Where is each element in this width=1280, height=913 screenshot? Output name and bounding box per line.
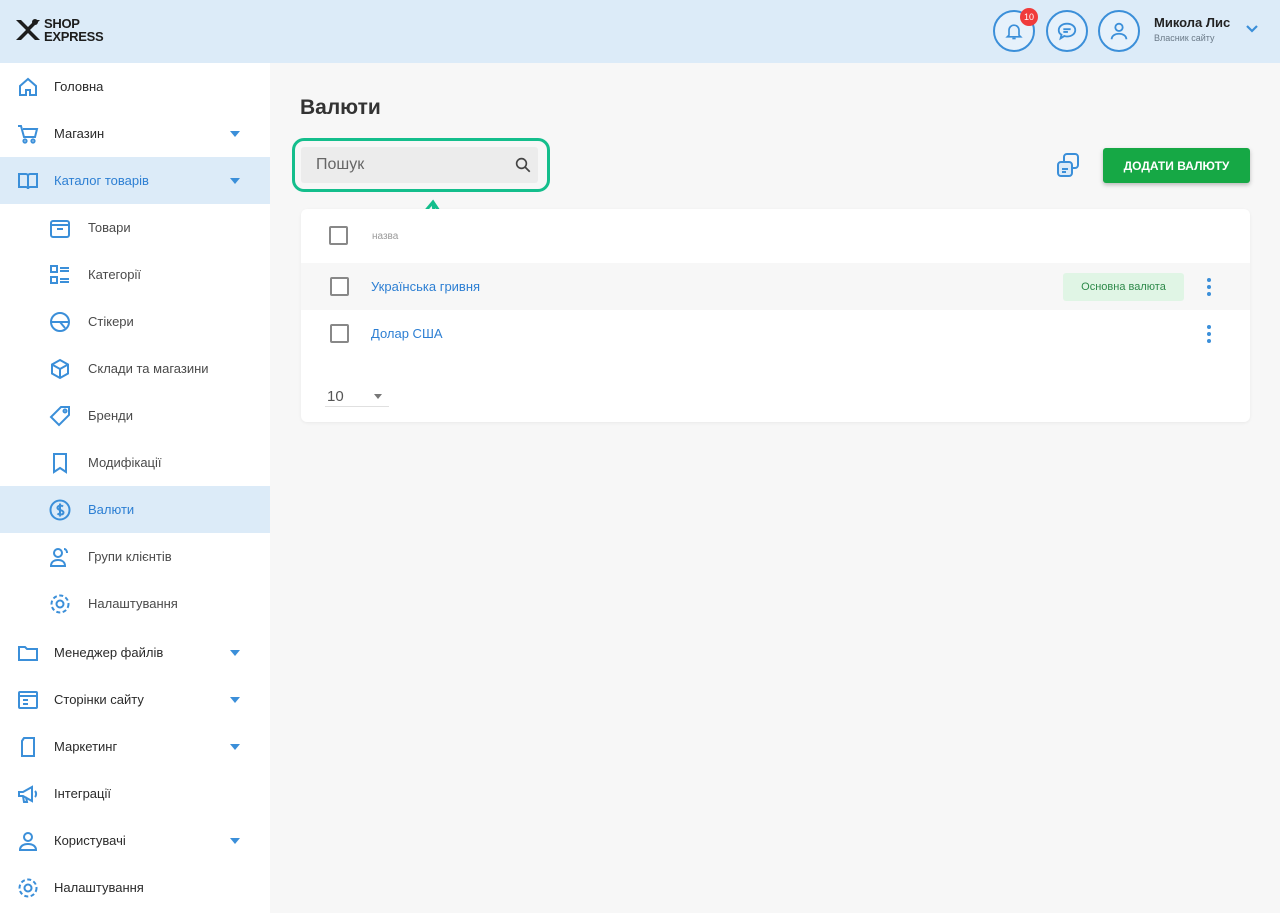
currencies-table: назва Українська гривня Основна валюта Д… [301,209,1250,422]
megaphone-icon [18,784,38,803]
sidebar-item-label: Бренди [88,408,134,423]
sidebar-item-label: Головна [54,79,104,94]
caret-down-icon [230,837,240,844]
box-icon [50,219,70,238]
sidebar-item-products[interactable]: Товари [0,204,270,251]
row-checkbox[interactable] [330,277,349,296]
logo-text: SHOP EXPRESS [44,16,104,44]
sidebar-item-settings[interactable]: Налаштування [0,864,270,911]
dollar-icon [49,499,71,520]
caret-down-icon [230,177,240,184]
sidebar-item-label: Групи клієнтів [88,549,172,564]
add-currency-button[interactable]: ДОДАТИ ВАЛЮТУ [1103,148,1250,183]
profile-button[interactable] [1098,10,1140,52]
caret-down-icon [230,696,240,703]
sidebar-item-label: Валюти [88,502,135,517]
currency-name-link[interactable]: Українська гривня [371,279,480,294]
notifications-button[interactable]: 10 [993,8,1038,52]
sidebar-item-brands[interactable]: Бренди [0,392,270,439]
sidebar-item-site-pages[interactable]: Сторінки сайту [0,676,270,723]
page-title: Валюти [300,96,381,119]
sidebar-item-integrations[interactable]: Інтеграції [0,770,270,817]
marketing-icon [21,736,35,757]
sidebar-item-stickers[interactable]: Стікери [0,298,270,345]
tag-icon [49,405,70,426]
sidebar-item-shop[interactable]: Магазин [0,110,270,157]
currency-name-link[interactable]: Долар США [371,326,443,341]
sidebar-item-label: Менеджер файлів [54,645,164,660]
sidebar-item-label: Стікери [88,314,134,329]
sidebar-item-modifications[interactable]: Модифікації [0,439,270,486]
table-row[interactable]: Долар США [301,310,1250,357]
search-box [301,147,538,183]
home-icon [19,77,37,96]
sidebar-item-label: Маркетинг [54,739,118,754]
sidebar-item-label: Налаштування [54,880,144,895]
status-badge: Основна валюта [1063,273,1184,301]
rows-per-page-select[interactable]: 10 [325,385,389,407]
page-icon [18,690,38,709]
bell-icon [1005,24,1023,40]
cart-icon [18,124,39,144]
list-icon [50,264,69,284]
table-row[interactable]: Українська гривня Основна валюта [301,263,1250,310]
rows-per-page-value: 10 [327,388,344,405]
sidebar-item-catalog[interactable]: Каталог товарів [0,157,270,204]
select-all-checkbox[interactable] [329,226,348,245]
user-avatar-icon [1110,22,1128,40]
sidebar-item-currencies[interactable]: Валюти [0,486,270,533]
notifications-badge: 10 [1020,8,1038,26]
sidebar-item-label: Користувачі [54,833,126,848]
search-icon[interactable] [514,156,532,174]
logo[interactable]: SHOP EXPRESS [14,16,104,44]
sidebar-item-label: Налаштування [88,596,178,611]
caret-down-icon [230,649,240,656]
more-vertical-icon[interactable] [1203,324,1215,344]
sidebar-item-warehouses[interactable]: Склади та магазини [0,345,270,392]
sidebar-item-label: Склади та магазини [88,361,209,376]
currency-exchange-icon[interactable] [1054,151,1082,179]
sidebar-item-users[interactable]: Користувачі [0,817,270,864]
caret-down-icon [374,394,382,399]
sidebar-item-label: Товари [88,220,131,235]
cube-icon [51,358,69,379]
sidebar-item-label: Сторінки сайту [54,692,144,707]
chevron-down-icon[interactable] [1245,22,1259,36]
sidebar-item-file-manager[interactable]: Менеджер файлів [0,629,270,676]
messages-button[interactable] [1046,10,1088,52]
sidebar-item-marketing[interactable]: Маркетинг [0,723,270,770]
more-vertical-icon[interactable] [1203,277,1215,297]
gear-icon [50,594,70,613]
row-checkbox[interactable] [330,324,349,343]
user-icon [18,831,38,851]
column-header-name[interactable]: назва [372,231,398,242]
search-input[interactable] [301,147,511,183]
user-name[interactable]: Микола Лис [1154,15,1230,30]
sidebar-item-label: Модифікації [88,455,162,470]
sidebar-item-home[interactable]: Головна [0,63,270,110]
sidebar-item-label: Магазин [54,126,105,141]
sidebar-item-categories[interactable]: Категорії [0,251,270,298]
sidebar-item-catalog-settings[interactable]: Налаштування [0,580,270,627]
logo-icon [16,19,40,40]
users-icon [49,547,68,567]
caret-down-icon [230,130,240,137]
sidebar-item-label: Категорії [88,267,141,282]
book-icon [18,172,38,189]
caret-down-icon [230,743,240,750]
sidebar-item-label: Інтеграції [54,786,111,801]
sidebar-item-label: Каталог товарів [54,173,149,188]
bookmark-icon [53,452,67,474]
sticker-icon [50,311,70,332]
folder-icon [18,645,38,661]
sidebar-item-client-groups[interactable]: Групи клієнтів [0,533,270,580]
user-role: Власник сайту [1154,33,1215,43]
chat-icon [1057,22,1077,41]
gear-icon [18,878,38,897]
top-bar: SHOP EXPRESS 10 Микола Лис Власник сайту [0,0,1280,63]
sidebar: Головна Магазин Каталог товарів Товари К… [0,63,270,913]
